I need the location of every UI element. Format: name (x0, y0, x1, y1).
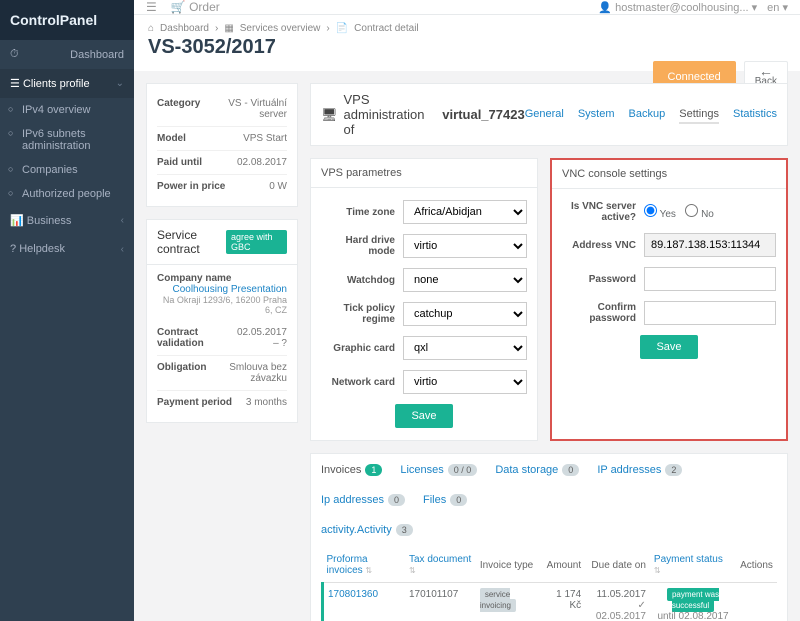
btab-licenses[interactable]: Licenses0 / 0 (400, 464, 477, 476)
crumb-services[interactable]: Services overview (240, 23, 321, 34)
dashboard-icon: ⏱ (10, 48, 19, 61)
timezone-select[interactable]: Africa/Abidjan (403, 200, 527, 224)
th-proforma[interactable]: Proforma invoices ⇅ (323, 548, 405, 583)
cart-icon: 🛒 (171, 0, 186, 14)
btab-ip6[interactable]: Ip addresses0 (321, 494, 405, 506)
vnc-panel: VNC console settings Is VNC server activ… (550, 158, 788, 441)
sidebar-item-helpdesk[interactable]: ? Helpdesk ‹ (0, 235, 134, 263)
sidebar-item-business[interactable]: 📊 Business ‹ (0, 206, 134, 235)
params-save-button[interactable]: Save (395, 404, 452, 428)
btab-activity[interactable]: activity.Activity3 (321, 524, 777, 536)
page-header: ⌂ Dashboard › ▦ Services overview › 📄 Co… (134, 15, 800, 71)
btab-invoices[interactable]: Invoices1 (321, 464, 382, 476)
help-icon: ? (10, 243, 16, 255)
tab-backup[interactable]: Backup (629, 106, 666, 124)
harddrive-select[interactable]: virtio (403, 234, 527, 258)
vnc-active-no[interactable]: No (685, 209, 714, 220)
menu-toggle-icon[interactable]: ☰ (146, 0, 157, 14)
invoices-table: Proforma invoices ⇅ Tax document ⇅ Invoi… (321, 548, 777, 621)
btab-files[interactable]: Files0 (423, 494, 467, 506)
sidebar-item-dashboard[interactable]: ⏱ Dashboard (0, 40, 134, 69)
bottom-panel: Invoices1 Licenses0 / 0 Data storage0 IP… (310, 453, 788, 621)
list-icon: ☰ (10, 78, 20, 90)
vnc-save-button[interactable]: Save (640, 335, 697, 359)
status-badge: payment was successful (667, 588, 719, 612)
company-link[interactable]: Coolhousing Presentation (157, 284, 287, 295)
sidebar: ControlPanel ⏱ Dashboard ☰ Clients profi… (0, 0, 134, 621)
proforma-link[interactable]: 170801360 (328, 589, 378, 600)
user-menu[interactable]: 👤 hostmaster@coolhousing... ▾ (598, 1, 757, 14)
tab-settings[interactable]: Settings (679, 106, 719, 124)
vnc-password-input[interactable] (644, 267, 776, 291)
th-pay[interactable]: Payment status ⇅ (650, 548, 736, 583)
breadcrumb: ⌂ Dashboard › ▦ Services overview › 📄 Co… (148, 23, 786, 34)
vnc-confirm-password-input[interactable] (644, 301, 776, 325)
watchdog-select[interactable]: none (403, 268, 527, 292)
crumb-dashboard[interactable]: Dashboard (160, 23, 209, 34)
th-tax[interactable]: Tax document ⇅ (405, 548, 476, 583)
vps-tabs: General System Backup Settings Statistic… (525, 106, 777, 124)
lang-menu[interactable]: en ▾ (767, 1, 788, 14)
th-type: Invoice type (476, 548, 540, 583)
tab-statistics[interactable]: Statistics (733, 106, 777, 124)
page-title: VS-3052/2017 (148, 36, 786, 59)
chart-icon: 📊 (10, 215, 24, 227)
bottom-tabs: Invoices1 Licenses0 / 0 Data storage0 IP… (321, 464, 777, 536)
monitor-icon: 🖥 (321, 107, 338, 123)
tickpolicy-select[interactable]: catchup (403, 302, 527, 326)
sort-icon: ⇅ (654, 566, 661, 575)
contract-panel: Service contract agree with GBC Company … (146, 219, 298, 423)
chevron-left-icon: ‹ (121, 244, 124, 255)
chevron-down-icon: ⌄ (116, 78, 124, 89)
sort-icon: ⇅ (409, 566, 416, 575)
sidebar-item-companies[interactable]: Companies (0, 158, 134, 182)
type-badge: service invoicing (480, 588, 516, 612)
tab-general[interactable]: General (525, 106, 564, 124)
user-icon: 👤 (598, 2, 612, 14)
file-icon: 📄 (336, 23, 348, 34)
sidebar-item-auth[interactable]: Authorized people (0, 182, 134, 206)
home-icon: ⌂ (148, 23, 154, 34)
sidebar-item-ipv4[interactable]: IPv4 overview (0, 98, 134, 122)
vps-parameters-panel: VPS parametres Time zoneAfrica/Abidjan H… (310, 158, 538, 441)
th-due: Due date on (585, 548, 650, 583)
sidebar-item-clients[interactable]: ☰ Clients profile ⌄ (0, 69, 134, 98)
btab-ip4[interactable]: IP addresses2 (597, 464, 682, 476)
chevron-left-icon: ‹ (121, 215, 124, 226)
btab-data[interactable]: Data storage0 (495, 464, 579, 476)
sort-icon: ⇅ (365, 566, 372, 575)
crumb-detail: Contract detail (354, 23, 418, 34)
main: ☰ 🛒 Order 👤 hostmaster@coolhousing... ▾ … (134, 0, 800, 621)
vnc-address-input[interactable] (644, 233, 776, 257)
tab-system[interactable]: System (578, 106, 615, 124)
networkcard-select[interactable]: virtio (403, 370, 527, 394)
th-amount: Amount (540, 548, 585, 583)
graphiccard-select[interactable]: qxl (403, 336, 527, 360)
sidebar-item-ipv6[interactable]: IPv6 subnets administration (0, 122, 134, 158)
vps-header: 🖥 VPS administration of virtual_77423 Ge… (310, 83, 788, 146)
vnc-active-yes[interactable]: Yes (644, 209, 676, 220)
table-row: 170801360 170101107 service invoicing 1 … (323, 583, 778, 621)
gbc-badge: agree with GBC (226, 230, 287, 254)
grid-icon: ▦ (224, 23, 233, 34)
th-actions: Actions (736, 548, 777, 583)
topbar: ☰ 🛒 Order 👤 hostmaster@coolhousing... ▾ … (134, 0, 800, 15)
summary-panel: CategoryVS - Virtuální server ModelVPS S… (146, 83, 298, 207)
order-link[interactable]: 🛒 Order (171, 0, 220, 14)
brand: ControlPanel (0, 0, 134, 40)
